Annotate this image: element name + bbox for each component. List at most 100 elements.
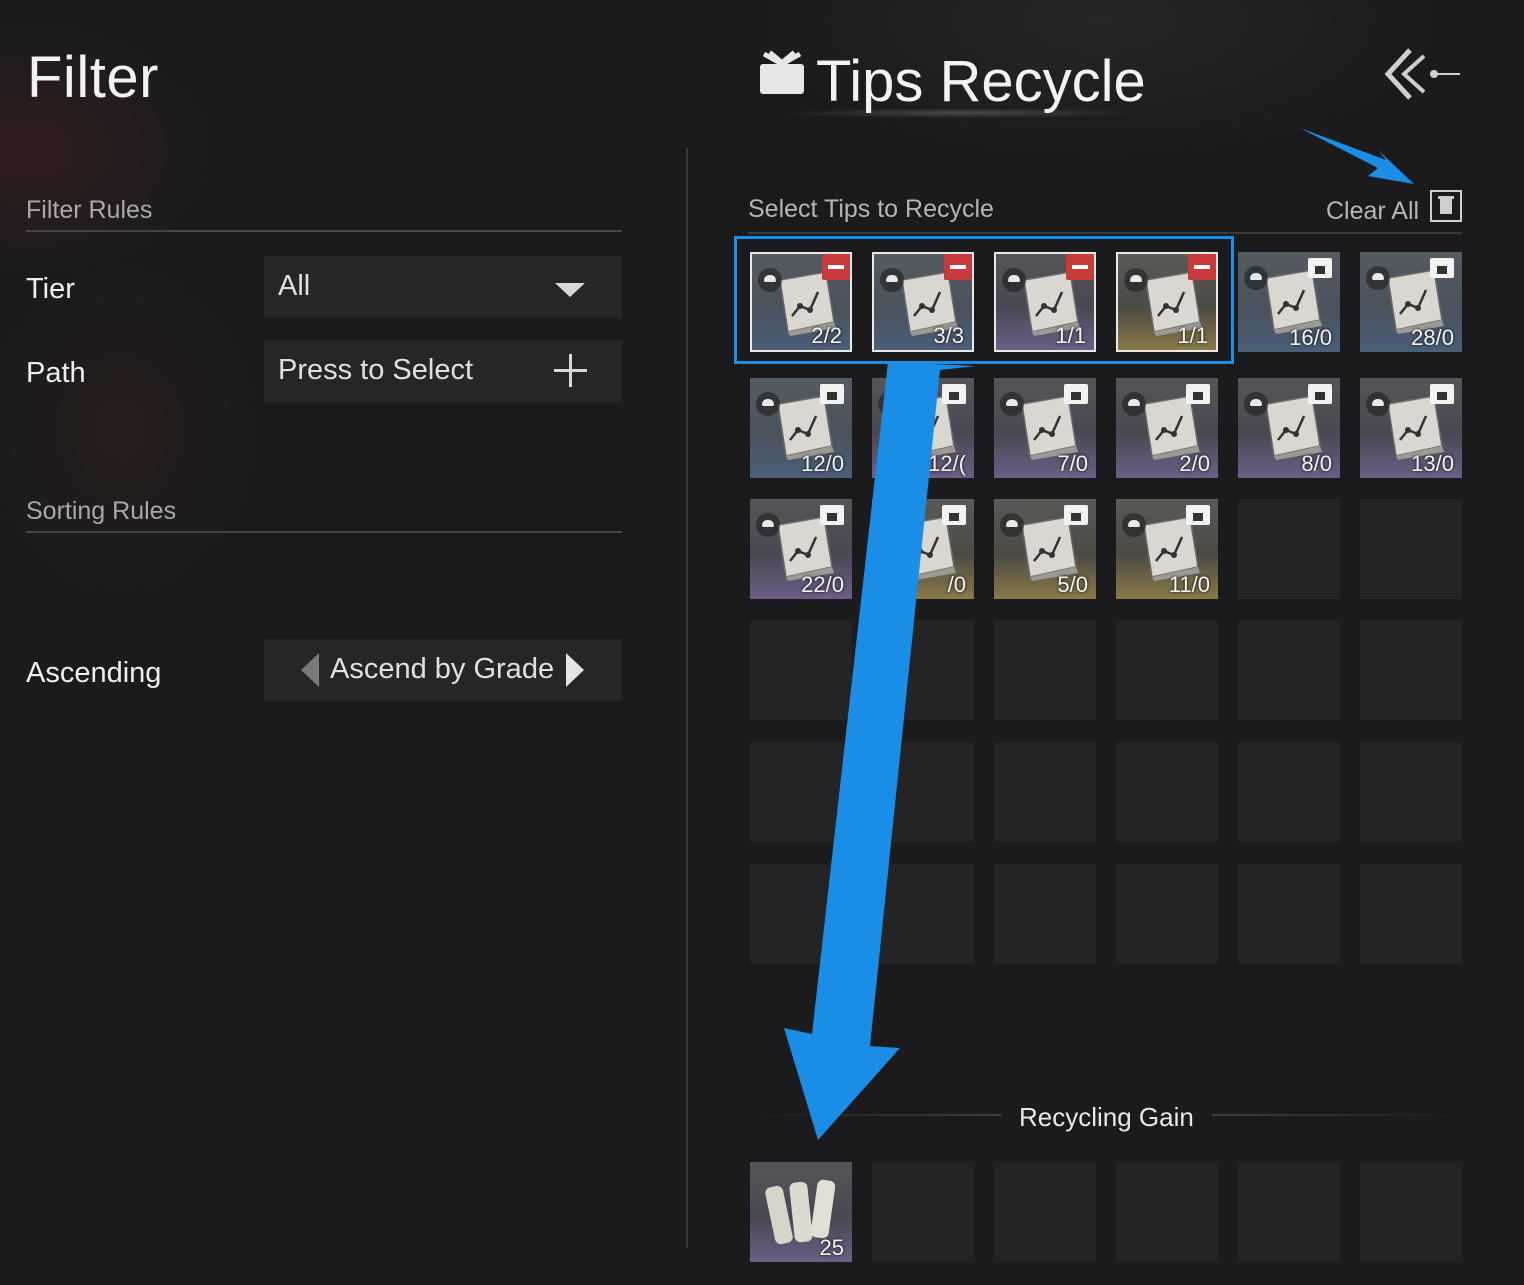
chevron-down-icon: [555, 283, 585, 297]
empty-gain-slot: [1116, 1162, 1218, 1262]
select-tips-label: Select Tips to Recycle: [748, 195, 994, 223]
path-badge-icon: [1366, 266, 1390, 290]
empty-slot: [994, 742, 1096, 842]
tip-count: 5/0: [1057, 572, 1088, 597]
lock-icon[interactable]: [942, 384, 966, 404]
gain-divider-left: [752, 1114, 1002, 1116]
back-arrow-icon[interactable]: [1384, 46, 1460, 102]
lock-icon[interactable]: [1430, 384, 1454, 404]
tip-slot[interactable]: /0: [872, 499, 974, 599]
path-badge-icon: [1244, 392, 1268, 416]
path-badge-icon: [1122, 513, 1146, 537]
lock-icon[interactable]: [820, 384, 844, 404]
lock-icon[interactable]: [1186, 505, 1210, 525]
tip-slot[interactable]: 12/0: [750, 378, 852, 478]
sorting-rules-divider: [26, 531, 622, 533]
empty-slot: [750, 620, 852, 720]
empty-slot: [872, 620, 974, 720]
empty-slot: [1238, 864, 1340, 964]
ascending-label: Ascending: [26, 657, 162, 689]
sort-value: Ascend by Grade: [330, 653, 555, 685]
empty-slot: [1116, 620, 1218, 720]
lock-icon[interactable]: [1308, 258, 1332, 278]
tip-slot[interactable]: 7/0: [994, 378, 1096, 478]
tip-slot[interactable]: 8/0: [1238, 378, 1340, 478]
empty-slot: [872, 742, 974, 842]
lock-icon[interactable]: [820, 505, 844, 525]
path-badge-icon: [1244, 266, 1268, 290]
gain-slot[interactable]: 25: [750, 1162, 852, 1262]
arrow-right-icon[interactable]: [566, 653, 584, 687]
tip-count: 8/0: [1301, 451, 1332, 476]
tip-count: /0: [947, 572, 966, 597]
tip-slot[interactable]: 28/0: [1360, 252, 1462, 352]
recycling-gain-title: Recycling Gain: [1019, 1102, 1194, 1132]
lock-icon[interactable]: [1308, 384, 1332, 404]
annotation-arrow-clear-all: [1300, 128, 1414, 184]
empty-slot: [750, 742, 852, 842]
tier-label: Tier: [26, 273, 75, 305]
tip-count: 12/(: [928, 451, 966, 476]
tip-count: 7/0: [1057, 451, 1088, 476]
path-label: Path: [26, 357, 86, 389]
tips-box-icon: [760, 50, 804, 94]
empty-gain-slot: [872, 1162, 974, 1262]
trash-icon[interactable]: [1430, 190, 1462, 222]
empty-slot: [750, 864, 852, 964]
lock-icon[interactable]: [1186, 384, 1210, 404]
tier-value: All: [278, 270, 311, 302]
filter-rules-divider: [26, 230, 622, 232]
empty-slot: [994, 864, 1096, 964]
lock-icon[interactable]: [1430, 258, 1454, 278]
lock-icon[interactable]: [1064, 384, 1088, 404]
empty-slot: [1360, 620, 1462, 720]
empty-slot: [1238, 620, 1340, 720]
path-badge-icon: [1366, 392, 1390, 416]
selection-highlight-frame: [734, 236, 1234, 364]
tip-slot[interactable]: 11/0: [1116, 499, 1218, 599]
lock-icon[interactable]: [1064, 505, 1088, 525]
empty-slot: [1238, 499, 1340, 599]
path-badge-icon: [878, 513, 902, 537]
empty-slot: [1360, 864, 1462, 964]
tip-slot[interactable]: 12/(: [872, 378, 974, 478]
empty-gain-slot: [1360, 1162, 1462, 1262]
tip-count: 12/0: [801, 451, 844, 476]
plus-icon: [554, 354, 587, 387]
tip-slot[interactable]: 5/0: [994, 499, 1096, 599]
tips-recycle-title: Tips Recycle: [816, 49, 1146, 114]
sorting-rules-label: Sorting Rules: [26, 497, 177, 525]
gain-divider-right: [1212, 1114, 1462, 1116]
path-badge-icon: [878, 392, 902, 416]
empty-slot: [1238, 742, 1340, 842]
sort-selector[interactable]: Ascend by Grade: [264, 639, 622, 701]
empty-slot: [994, 620, 1096, 720]
title-underline: [780, 108, 1140, 118]
path-selector[interactable]: Press to Select: [264, 340, 622, 402]
empty-slot: [1360, 499, 1462, 599]
path-value: Press to Select: [278, 354, 474, 386]
empty-slot: [1360, 742, 1462, 842]
tip-count: 11/0: [1168, 572, 1210, 597]
filter-rules-label: Filter Rules: [26, 196, 153, 224]
panel-divider: [686, 148, 688, 1248]
arrow-left-icon[interactable]: [301, 653, 319, 687]
empty-slot: [1116, 864, 1218, 964]
gain-count: 25: [819, 1235, 844, 1260]
clear-all-button[interactable]: Clear All: [1326, 197, 1419, 226]
empty-slot: [1116, 742, 1218, 842]
tip-count: 13/0: [1411, 451, 1454, 476]
path-badge-icon: [1122, 392, 1146, 416]
tip-count: 16/0: [1289, 325, 1332, 350]
filter-panel: Filter Filter Rules Tier All Path Press …: [0, 0, 686, 1285]
tier-dropdown[interactable]: All: [264, 256, 622, 318]
path-badge-icon: [756, 392, 780, 416]
tip-slot[interactable]: 16/0: [1238, 252, 1340, 352]
tip-slot[interactable]: 13/0: [1360, 378, 1462, 478]
path-badge-icon: [756, 513, 780, 537]
path-badge-icon: [1000, 513, 1024, 537]
tip-slot[interactable]: 2/0: [1116, 378, 1218, 478]
grid-divider: [748, 232, 1462, 234]
lock-icon[interactable]: [942, 505, 966, 525]
tip-slot[interactable]: 22/0: [750, 499, 852, 599]
